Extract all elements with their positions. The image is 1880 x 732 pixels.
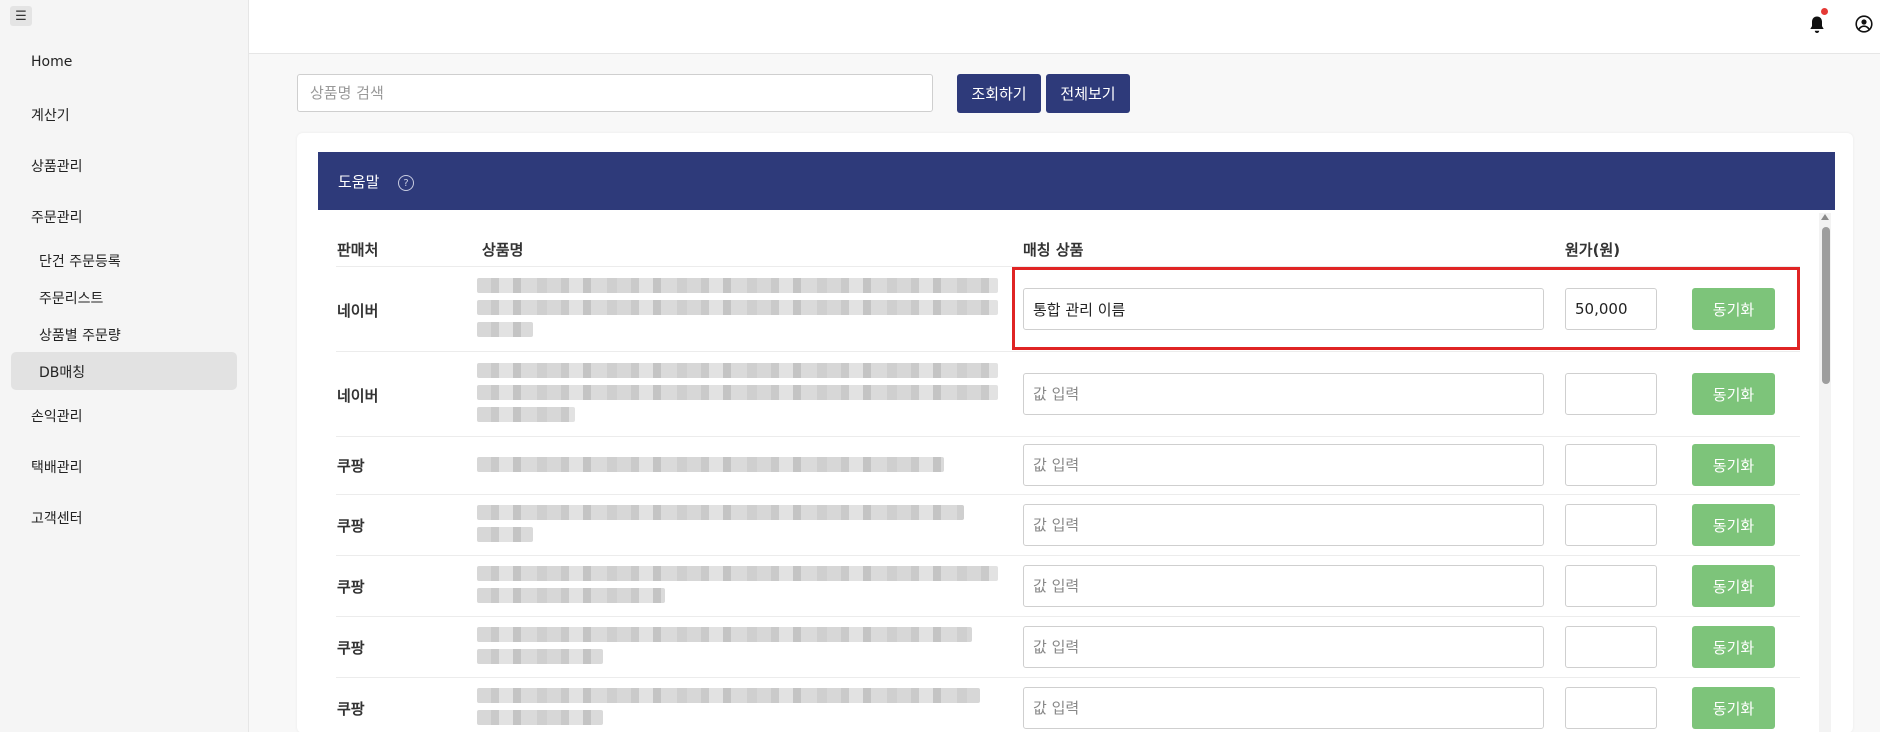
- product-name-blurred: [477, 278, 998, 293]
- scrollbar-thumb[interactable]: [1822, 227, 1830, 384]
- bell-icon[interactable]: [1808, 15, 1826, 35]
- sidebar-item-product-management[interactable]: 상품관리: [31, 156, 83, 176]
- seller-cell: 네이버: [337, 302, 379, 320]
- sync-button[interactable]: 동기화: [1692, 626, 1775, 668]
- sync-button[interactable]: 동기화: [1692, 288, 1775, 330]
- product-name-blurred: [477, 322, 533, 337]
- scroll-up-arrow-icon[interactable]: [1821, 214, 1829, 220]
- sidebar-subitem-order-list[interactable]: 주문리스트: [39, 288, 103, 308]
- product-name-blurred: [477, 363, 998, 378]
- row-divider: [336, 436, 1800, 437]
- seller-cell: 쿠팡: [337, 639, 365, 657]
- sidebar: ☰ Home 계산기 상품관리 주문관리 단건 주문등록 주문리스트 상품별 주…: [0, 0, 249, 732]
- product-name-blurred: [477, 505, 964, 520]
- sync-button[interactable]: 동기화: [1692, 504, 1775, 546]
- sidebar-subitem-order-by-product[interactable]: 상품별 주문량: [39, 325, 121, 345]
- header-seller: 판매처: [337, 241, 379, 259]
- header-product: 상품명: [482, 241, 524, 259]
- help-label: 도움말: [338, 173, 380, 191]
- search-button[interactable]: 조회하기: [957, 74, 1041, 113]
- cost-input[interactable]: [1565, 444, 1657, 486]
- sync-button[interactable]: 동기화: [1692, 373, 1775, 415]
- row-divider: [336, 555, 1800, 556]
- match-product-input[interactable]: [1023, 687, 1544, 729]
- seller-cell: 쿠팡: [337, 517, 365, 535]
- match-product-input[interactable]: [1023, 565, 1544, 607]
- cost-input[interactable]: [1565, 565, 1657, 607]
- product-name-blurred: [477, 688, 980, 703]
- seller-cell: 쿠팡: [337, 578, 365, 596]
- product-name-blurred: [477, 407, 575, 422]
- topbar: [249, 0, 1880, 54]
- row-divider: [336, 494, 1800, 495]
- cost-input[interactable]: [1565, 288, 1657, 330]
- sidebar-item-delivery[interactable]: 택배관리: [31, 457, 83, 477]
- sidebar-subitem-single-order[interactable]: 단건 주문등록: [39, 251, 121, 271]
- match-product-input[interactable]: [1023, 444, 1544, 486]
- question-circle-icon[interactable]: ?: [398, 175, 414, 191]
- row-divider: [336, 351, 1800, 352]
- seller-cell: 네이버: [337, 387, 379, 405]
- sync-button[interactable]: 동기화: [1692, 687, 1775, 729]
- seller-cell: 쿠팡: [337, 457, 365, 475]
- row-divider: [336, 677, 1800, 678]
- product-search-input[interactable]: [297, 74, 933, 112]
- product-name-blurred: [477, 627, 972, 642]
- sidebar-item-customer-center[interactable]: 고객센터: [31, 508, 83, 528]
- sidebar-item-order-management[interactable]: 주문관리: [31, 207, 83, 227]
- cost-input[interactable]: [1565, 373, 1657, 415]
- match-product-input[interactable]: [1023, 504, 1544, 546]
- product-name-blurred: [477, 649, 603, 664]
- sync-button[interactable]: 동기화: [1692, 444, 1775, 486]
- header-divider: [336, 266, 1800, 267]
- sidebar-subitem-db-matching[interactable]: DB매칭: [39, 362, 85, 382]
- match-product-input[interactable]: [1023, 626, 1544, 668]
- notification-dot: [1821, 8, 1828, 15]
- match-product-input[interactable]: [1023, 288, 1544, 330]
- product-name-blurred: [477, 566, 998, 581]
- hamburger-icon[interactable]: ☰: [10, 6, 32, 26]
- product-name-blurred: [477, 300, 998, 315]
- sync-button[interactable]: 동기화: [1692, 565, 1775, 607]
- product-name-blurred: [477, 385, 998, 400]
- sidebar-item-home[interactable]: Home: [31, 54, 72, 70]
- seller-cell: 쿠팡: [337, 700, 365, 718]
- cost-input[interactable]: [1565, 626, 1657, 668]
- user-circle-icon[interactable]: [1855, 15, 1873, 33]
- help-bar[interactable]: 도움말 ?: [318, 152, 1835, 210]
- sidebar-item-profit-loss[interactable]: 손익관리: [31, 406, 83, 426]
- cost-input[interactable]: [1565, 687, 1657, 729]
- product-name-blurred: [477, 588, 665, 603]
- row-divider: [336, 616, 1800, 617]
- header-cost: 원가(원): [1565, 241, 1621, 259]
- product-name-blurred: [477, 457, 944, 472]
- view-all-button[interactable]: 전체보기: [1046, 74, 1130, 113]
- header-match: 매칭 상품: [1023, 241, 1084, 259]
- match-product-input[interactable]: [1023, 373, 1544, 415]
- product-name-blurred: [477, 710, 603, 725]
- cost-input[interactable]: [1565, 504, 1657, 546]
- product-name-blurred: [477, 527, 533, 542]
- sidebar-item-calculator[interactable]: 계산기: [31, 105, 70, 125]
